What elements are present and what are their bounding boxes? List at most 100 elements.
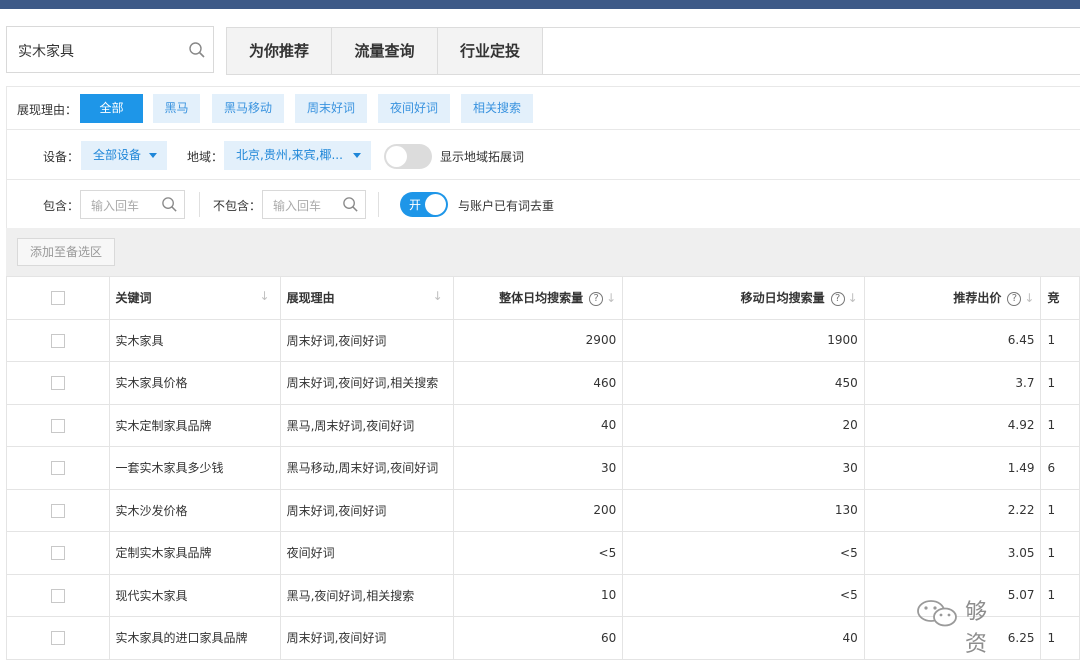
keyword-search-input[interactable]: 实木家具 — [6, 26, 214, 73]
help-icon[interactable]: ? — [1007, 291, 1022, 306]
row-checkbox[interactable] — [50, 546, 65, 560]
region-dropdown[interactable]: 北京,贵州,来宾,椰... — [224, 141, 371, 170]
reason-cell: 黑马,夜间好词,相关搜索 — [279, 573, 454, 617]
sort-arrow-icon[interactable]: ↓ — [433, 289, 443, 303]
row-checkbox[interactable] — [50, 461, 65, 475]
reason-chip-weekend[interactable]: 周末好词 — [295, 94, 367, 123]
device-label: 设备： — [43, 150, 80, 164]
mobile-search-cell: 1900 — [622, 318, 865, 362]
reason-chip-dark-horse[interactable]: 黑马 — [153, 94, 200, 123]
header-daily-search[interactable]: 整体日均搜索量? ↓ — [452, 276, 624, 320]
divider — [199, 192, 200, 217]
next-cell: 1 — [1040, 573, 1080, 617]
help-icon[interactable]: ? — [830, 291, 845, 306]
reason-cell: 周末好词,夜间好词 — [279, 318, 454, 362]
bid-cell: 3.05 — [863, 531, 1042, 575]
sort-arrow-icon[interactable]: ↓ — [1024, 291, 1034, 305]
table-header-row: 关键词 ↓ 展现理由 ↓ 整体日均搜索量? ↓ 移动日均搜索量? ↓ 推荐出价? ↓ 竞 — [6, 276, 1080, 320]
header-next[interactable]: 竞 — [1040, 276, 1080, 320]
tab-bar: 为你推荐 流量查询 行业定投 — [226, 27, 1080, 75]
bid-cell: 4.92 — [863, 403, 1042, 447]
next-cell: 1 — [1040, 318, 1080, 362]
table-row[interactable]: 实木沙发价格 周末好词,夜间好词 200 130 2.22 1 — [6, 488, 1080, 532]
reason-chip-all[interactable]: 全部 — [80, 94, 143, 123]
table-row[interactable]: 实木定制家具品牌 黑马,周末好词,夜间好词 40 20 4.92 1 — [6, 403, 1080, 447]
table-row[interactable]: 实木家具 周末好词,夜间好词 2900 1900 6.45 1 — [6, 318, 1080, 362]
include-label: 包含： — [43, 199, 80, 213]
header-keyword-label: 关键词 — [115, 291, 152, 306]
table-toolbar: 添加至备选区 — [6, 228, 1080, 276]
header-reason[interactable]: 展现理由 ↓ — [279, 276, 454, 320]
reason-cell: 黑马,周末好词,夜间好词 — [279, 403, 454, 447]
mobile-search-cell: 450 — [622, 361, 865, 405]
bid-cell: 1.49 — [863, 446, 1042, 490]
daily-search-cell: 30 — [452, 446, 624, 490]
reason-filter-row: 展现理由： 全部 黑马 黑马移动 周末好词 夜间好词 相关搜索 — [6, 86, 1080, 130]
search-input-value: 实木家具 — [18, 44, 74, 60]
next-cell: 1 — [1040, 488, 1080, 532]
header-bid[interactable]: 推荐出价? ↓ — [863, 276, 1042, 320]
mobile-search-cell: <5 — [622, 531, 865, 575]
sort-arrow-icon[interactable]: ↓ — [606, 291, 616, 305]
divider — [378, 192, 379, 217]
header-next-label: 竞 — [1047, 291, 1060, 306]
tab-industry-targeting[interactable]: 行业定投 — [438, 28, 543, 74]
daily-search-cell: 60 — [452, 616, 624, 660]
chevron-down-icon — [149, 153, 157, 158]
keyword-cell: 现代实木家具 — [108, 573, 281, 617]
table-row[interactable]: 实木家具价格 周末好词,夜间好词,相关搜索 460 450 3.7 1 — [6, 361, 1080, 405]
row-checkbox[interactable] — [50, 588, 65, 603]
row-checkbox[interactable] — [50, 376, 65, 390]
header-mobile-search[interactable]: 移动日均搜索量? ↓ — [622, 276, 865, 320]
add-to-candidates-button[interactable]: 添加至备选区 — [17, 238, 115, 266]
daily-search-cell: 460 — [452, 361, 624, 405]
sort-arrow-icon[interactable]: ↓ — [848, 291, 858, 305]
reason-chip-night[interactable]: 夜间好词 — [378, 94, 450, 123]
row-checkbox[interactable] — [50, 418, 65, 433]
bid-cell: 6.45 — [863, 318, 1042, 362]
table-row[interactable]: 定制实木家具品牌 夜间好词 <5 <5 3.05 1 — [6, 531, 1080, 575]
header-reason-label: 展现理由 — [286, 291, 335, 306]
bid-cell: 3.7 — [863, 361, 1042, 405]
device-dropdown[interactable]: 全部设备 — [81, 141, 167, 170]
row-select-cell — [6, 531, 110, 575]
row-checkbox[interactable] — [50, 333, 65, 348]
row-select-cell — [6, 446, 110, 490]
reason-cell: 周末好词,夜间好词 — [279, 488, 454, 532]
reason-chip-related[interactable]: 相关搜索 — [461, 94, 533, 123]
daily-search-cell: 2900 — [452, 318, 624, 362]
reason-label: 展现理由： — [17, 103, 78, 117]
tab-recommend[interactable]: 为你推荐 — [227, 28, 332, 74]
dedupe-toggle[interactable]: 开 — [400, 192, 448, 217]
reason-chip-dark-horse-mobile[interactable]: 黑马移动 — [212, 94, 284, 123]
watermark-text: 够资本 — [965, 600, 989, 657]
row-checkbox[interactable] — [50, 631, 65, 645]
select-all-cell — [6, 276, 110, 320]
next-cell: 1 — [1040, 616, 1080, 660]
help-icon[interactable]: ? — [589, 291, 604, 306]
sort-arrow-icon[interactable]: ↓ — [260, 289, 270, 303]
tab-traffic-query[interactable]: 流量查询 — [332, 28, 438, 74]
mobile-search-cell: 40 — [622, 616, 865, 660]
reason-cell: 周末好词,夜间好词 — [279, 616, 454, 660]
keyword-cell: 一套实木家具多少钱 — [108, 446, 281, 490]
exclude-input[interactable]: 输入回车 — [262, 190, 366, 219]
row-select-cell — [6, 573, 110, 617]
daily-search-cell: 200 — [452, 488, 624, 532]
select-all-checkbox[interactable] — [50, 291, 65, 305]
toggle-knob — [386, 146, 407, 167]
search-icon[interactable] — [188, 41, 206, 63]
keyword-cell: 实木家具的进口家具品牌 — [108, 616, 281, 660]
mobile-search-cell: 130 — [622, 488, 865, 532]
search-icon[interactable] — [161, 196, 178, 217]
region-expand-toggle[interactable] — [384, 144, 432, 169]
next-cell: 1 — [1040, 531, 1080, 575]
keyword-cell: 实木家具价格 — [108, 361, 281, 405]
include-input[interactable]: 输入回车 — [80, 190, 185, 219]
header-keyword[interactable]: 关键词 ↓ — [108, 276, 281, 320]
row-checkbox[interactable] — [50, 503, 65, 518]
search-icon[interactable] — [342, 196, 359, 217]
table-row[interactable]: 一套实木家具多少钱 黑马移动,周末好词,夜间好词 30 30 1.49 6 — [6, 446, 1080, 490]
row-select-cell — [6, 488, 110, 532]
mobile-search-cell: <5 — [622, 573, 865, 617]
